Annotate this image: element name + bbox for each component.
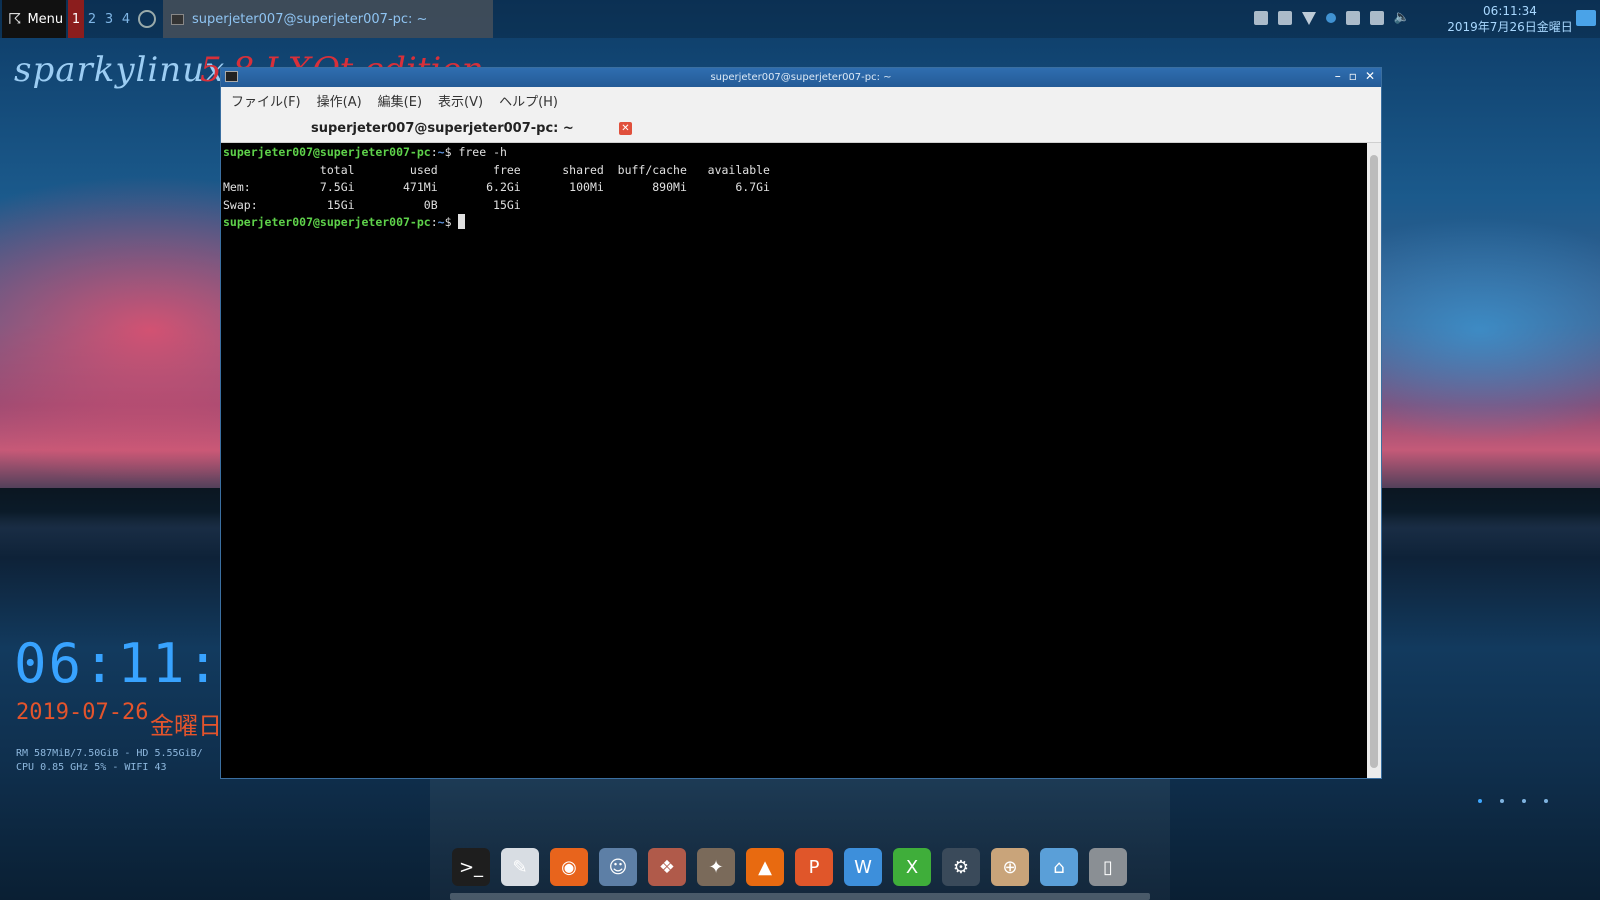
sparky-logo-icon: ☈ [8,10,22,28]
conky-memory-line: RM 587MiB/7.50GiB - HD 5.55GiB/ [16,748,203,759]
gimp-icon[interactable]: ✦ [697,848,735,886]
panel-clock[interactable]: 06:11:34 2019年7月26日金曜日 [1445,3,1575,35]
pidgin-icon[interactable]: ☺ [599,848,637,886]
terminal-output[interactable]: superjeter007@superjeter007-pc:~$ free -… [221,143,1367,778]
menu-edit[interactable]: 編集(E) [378,91,422,110]
terminal-icon[interactable]: >_ [452,848,490,886]
terminal-window: superjeter007@superjeter007-pc: ~ – ▫ ✕ … [220,67,1382,779]
menu-action[interactable]: 操作(A) [317,91,362,110]
pager-dot-1[interactable] [1478,799,1482,803]
pager-dot-4[interactable] [1544,799,1548,803]
app-dock: >_ ✎ ◉ ☺ ❖ ✦ ▲ P W X ⚙ ⊕ ⌂ ▯ [452,848,1127,886]
terminal-mem-row: Mem: 7.5Gi 471Mi 6.2Gi 100Mi 890Mi 6.7Gi [223,180,770,194]
home-folder-icon[interactable]: ⌂ [1040,848,1078,886]
tab-close-icon[interactable]: ✕ [619,122,632,135]
notification-icon[interactable] [1576,10,1596,26]
terminal-icon [171,13,184,25]
taskbar-terminal-entry[interactable]: superjeter007@superjeter007-pc: ~ [163,0,493,38]
taskbar-entry-label: superjeter007@superjeter007-pc: ~ [192,11,428,27]
calc-icon[interactable]: X [893,848,931,886]
clock-date: 2019年7月26日金曜日 [1447,20,1573,34]
terminal-scrollbar[interactable] [1367,143,1381,778]
tab-bar: superjeter007@superjeter007-pc: ~ ✕ [221,114,1381,143]
workspace-3[interactable]: 3 [101,0,117,38]
workspace-2[interactable]: 2 [84,0,100,38]
presentation-icon[interactable]: P [795,848,833,886]
pager-dot-2[interactable] [1500,799,1504,803]
terminal-icon [225,71,238,82]
volume-icon[interactable]: 🔈 [1394,11,1410,25]
installer-icon[interactable]: ⊕ [991,848,1029,886]
scrollbar-thumb[interactable] [1370,155,1378,768]
conky-date: 2019-07-26 [16,700,149,725]
tab-terminal[interactable]: superjeter007@superjeter007-pc: ~ [311,121,574,136]
desktop-brand: sparkylinux [14,50,226,90]
menu-help[interactable]: ヘルプ(H) [499,91,558,110]
image-viewer-icon[interactable]: ❖ [648,848,686,886]
battery-icon[interactable] [1369,11,1384,25]
terminal-free-header: total used free shared buff/cache availa… [223,162,770,177]
workspace-1[interactable]: 1 [68,0,84,38]
clipboard-icon[interactable] [1277,11,1292,25]
firefox-icon[interactable]: ◉ [550,848,588,886]
window-menubar: ファイル(F) 操作(A) 編集(E) 表示(V) ヘルプ(H) [221,87,1381,114]
dock-bar [450,893,1150,900]
update-notifier-icon[interactable] [1325,13,1336,23]
top-panel: ☈ Menu 1 2 3 4 superjeter007@superjeter0… [0,0,1600,38]
text-cursor [458,214,466,229]
window-titlebar[interactable]: superjeter007@superjeter007-pc: ~ – ▫ ✕ [221,68,1381,87]
clock-time: 06:11:34 [1483,4,1537,18]
settings-icon[interactable]: ⚙ [942,848,980,886]
trash-icon[interactable]: ▯ [1089,848,1127,886]
minimize-button[interactable]: – [1335,69,1341,83]
close-button[interactable]: ✕ [1365,69,1375,83]
conky-cpu-line: CPU 0.85 GHz 5% - WIFI 43 [16,762,167,773]
conky-day: 金曜日 [150,712,222,740]
window-title: superjeter007@superjeter007-pc: ~ [710,72,892,83]
pager-dot-3[interactable] [1522,799,1526,803]
workspace-4[interactable]: 4 [118,0,134,38]
desktop-pager [1478,799,1548,803]
wifi-icon[interactable] [1301,11,1316,25]
network-icon[interactable] [1345,11,1360,25]
vlc-icon[interactable]: ▲ [746,848,784,886]
maximize-button[interactable]: ▫ [1349,69,1357,83]
menu-label: Menu [27,11,64,27]
text-editor-icon[interactable]: ✎ [501,848,539,886]
terminal-swap-row: Swap: 15Gi 0B 15Gi [223,197,521,212]
terminal-command: free -h [451,145,507,159]
show-desktop-icon[interactable] [138,10,156,28]
menu-file[interactable]: ファイル(F) [231,91,301,110]
terminal-line-command: superjeter007@superjeter007-pc:~$ free -… [223,145,507,159]
terminal-line-prompt: superjeter007@superjeter007-pc:~$ [223,214,1365,232]
app-menu-button[interactable]: ☈ Menu [2,0,66,38]
keyboard-icon[interactable] [1253,11,1268,25]
system-tray: 🔈 [1253,11,1410,25]
writer-icon[interactable]: W [844,848,882,886]
menu-view[interactable]: 表示(V) [438,91,483,110]
